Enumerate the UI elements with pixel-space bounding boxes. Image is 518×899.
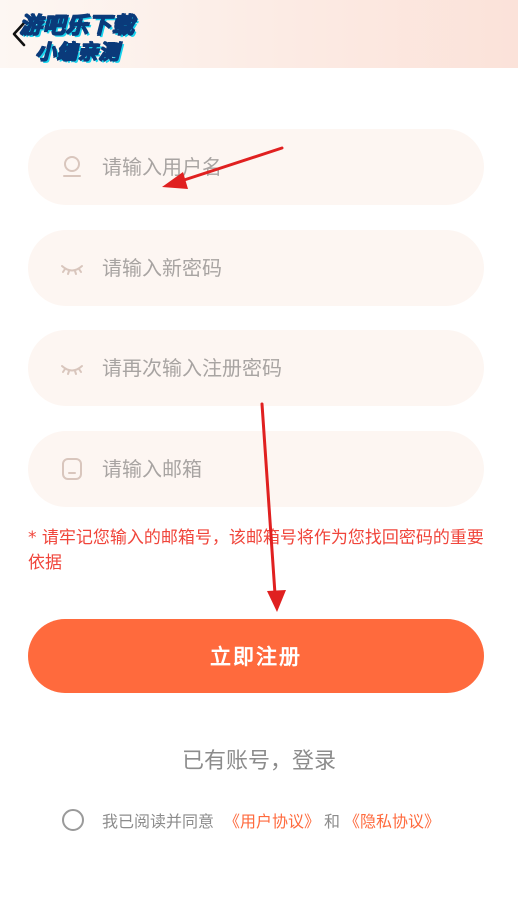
username-input[interactable] [102,147,484,187]
eye-closed-icon [58,254,86,282]
password-input[interactable] [102,248,484,288]
agreement-prefix: 我已阅读并同意 [102,812,215,831]
agreement-and: 和 [324,812,341,831]
watermark: 游吧乐下载 小编亲测 [14,8,146,64]
confirm-password-input[interactable] [102,348,484,388]
watermark-line-2: 小编亲测 [35,39,120,64]
email-input[interactable] [102,449,484,489]
register-page: 游吧乐下载 小编亲测 请输入用户名 请输入邮箱 * 请牢记您输入的邮箱号，该邮箱… [0,0,518,899]
login-link[interactable]: 已有账号，登录 [0,743,518,775]
email-field[interactable] [28,431,484,507]
email-hint-text: * 请牢记您输入的邮箱号，该邮箱号将作为您找回密码的重要依据 [28,528,484,573]
header-bar: 游吧乐下载 小编亲测 [0,0,518,68]
agreement-row: 我已阅读并同意 《用户协议》 和 《隐私协议》 [62,806,440,834]
username-field[interactable] [28,129,484,205]
eye-closed-icon [58,354,86,382]
register-button[interactable]: 立即注册 [28,619,484,693]
password-field[interactable] [28,230,484,306]
confirm-password-field[interactable] [28,330,484,406]
agreement-radio[interactable] [62,809,84,831]
user-icon [58,153,86,181]
privacy-policy-link[interactable]: 《隐私协议》 [344,808,440,832]
user-agreement-link[interactable]: 《用户协议》 [224,808,320,832]
email-icon [58,455,86,483]
